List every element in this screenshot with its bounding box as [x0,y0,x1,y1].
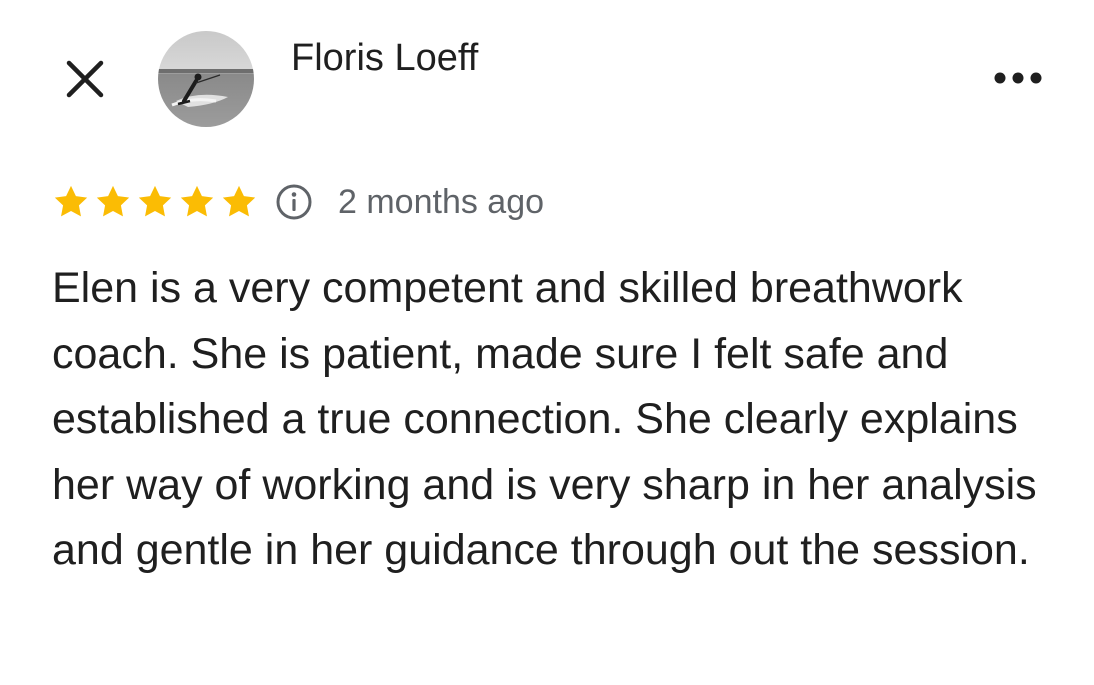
info-button[interactable] [272,180,316,224]
reviewer-name[interactable]: Floris Loeff [291,36,478,80]
avatar[interactable] [158,31,254,127]
more-options-button[interactable] [986,60,1050,96]
avatar-photo [158,31,254,127]
more-horizontal-icon [994,72,1042,84]
review-text: Elen is a very competent and skilled bre… [52,264,1037,574]
rating-row: 2 months ago [52,178,544,226]
close-button[interactable] [60,54,110,104]
star-icon [180,185,214,217]
close-icon [66,60,104,98]
star-icon [222,185,256,217]
star-rating [52,183,262,221]
star-icon [54,185,88,217]
star-icon [96,185,130,217]
star-icon [138,185,172,217]
info-icon [276,184,312,220]
review-timestamp: 2 months ago [338,182,545,221]
